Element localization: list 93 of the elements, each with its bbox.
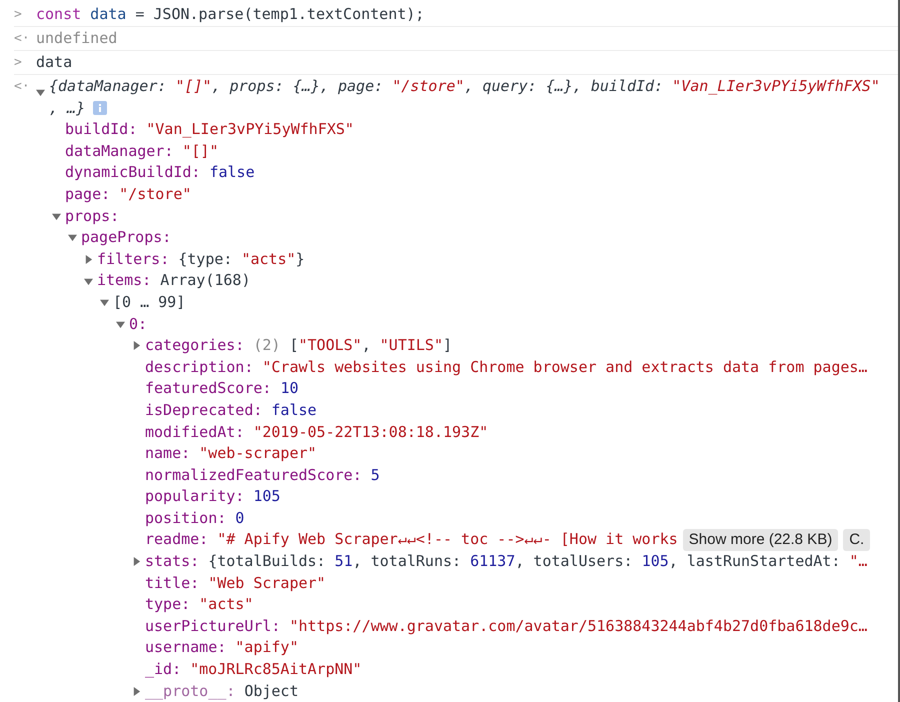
property-key: items: xyxy=(97,270,152,292)
property-key: stats: xyxy=(145,551,200,573)
prompt-marker: > xyxy=(14,54,23,72)
property-value: false xyxy=(209,162,255,184)
property-key: categories: xyxy=(145,335,244,357)
property-key: description: xyxy=(145,356,254,378)
property-key: dynamicBuildId: xyxy=(65,162,200,184)
property-value: "web-scraper" xyxy=(199,443,317,464)
command-text: const xyxy=(36,4,82,25)
property-value: (2) xyxy=(253,335,280,356)
result-text: undefined xyxy=(36,28,118,49)
property-value: , totalUsers: xyxy=(515,551,634,572)
object-preview: , query: {…}, buildId: xyxy=(464,76,664,97)
property-key: type: xyxy=(145,594,190,616)
property-value: 10 xyxy=(280,378,298,400)
property-value: Object xyxy=(244,680,298,702)
collapse-triangle-icon[interactable] xyxy=(84,255,93,264)
property-value: 105 xyxy=(253,486,280,508)
show-more-button[interactable]: Show more (22.8 KB) xyxy=(682,529,838,552)
property-value: ] xyxy=(443,335,452,356)
property-value: "acts" xyxy=(199,594,254,616)
expand-triangle-icon[interactable] xyxy=(100,298,109,308)
property-value: 5 xyxy=(370,464,380,486)
property-value: } xyxy=(296,248,305,270)
command-text: data xyxy=(89,4,126,25)
object-preview: {dataManager: xyxy=(49,76,168,97)
property-key: isDeprecated: xyxy=(145,400,262,422)
object-preview: , …} xyxy=(49,98,86,119)
property-key: __proto__: xyxy=(145,680,236,702)
prompt-marker: <· xyxy=(14,78,31,96)
property-value: [ xyxy=(288,335,298,356)
expand-triangle-icon[interactable] xyxy=(68,233,77,242)
object-preview: "Van_LIer3vPYi5yWfhFXS xyxy=(672,76,871,97)
expand-triangle-icon[interactable] xyxy=(116,320,125,329)
property-key: _id: xyxy=(145,659,182,681)
copy-button[interactable]: C. xyxy=(843,529,870,552)
property-key: 0: xyxy=(129,314,148,336)
property-key: position: xyxy=(145,508,226,530)
property-value: 51 xyxy=(334,551,353,572)
property-value: "UTILS" xyxy=(380,335,443,356)
object-preview: , props: {…}, page: xyxy=(212,76,384,97)
property-value: "moJRLRc85AitArpNN" xyxy=(190,659,362,680)
property-value: "[]" xyxy=(182,140,218,162)
property-value: "Web Scraper" xyxy=(208,572,326,594)
property-key: modifiedAt: xyxy=(145,422,244,444)
expand-triangle-icon[interactable] xyxy=(52,212,61,221)
property-key: [0 … 99] xyxy=(113,292,186,314)
property-key: featuredScore: xyxy=(145,378,272,400)
property-value: 0 xyxy=(235,508,244,529)
property-value: "apify" xyxy=(235,637,298,658)
property-key: userPictureUrl: xyxy=(145,616,280,638)
object-preview: "[]" xyxy=(175,76,212,97)
property-key: page: xyxy=(65,184,110,206)
collapse-triangle-icon[interactable] xyxy=(132,686,141,696)
prompt-marker: <· xyxy=(14,30,31,48)
property-value: false xyxy=(271,400,317,421)
property-value: 105 xyxy=(642,551,669,572)
expand-triangle-icon[interactable] xyxy=(36,88,45,97)
property-value: "acts" xyxy=(241,248,296,270)
property-value: "TOOLS" xyxy=(298,335,362,356)
object-preview: " xyxy=(870,76,880,97)
property-value: Array(168) xyxy=(160,270,250,292)
collapse-triangle-icon[interactable] xyxy=(132,341,141,350)
property-value: "2019-05-22T13:08:18.193Z" xyxy=(253,422,488,442)
property-key: normalizedFeaturedScore: xyxy=(145,464,362,486)
property-value: "/store" xyxy=(119,184,192,205)
property-key: props: xyxy=(65,206,120,228)
property-value: "… xyxy=(849,551,868,572)
property-value: , xyxy=(362,335,372,356)
property-value: , totalRuns: xyxy=(352,551,462,572)
property-key: popularity: xyxy=(145,486,244,508)
property-value: "Crawls websites using Chrome browser and extracts data from pages… xyxy=(262,356,868,378)
property-value: "# Apify Web Scraper↵↵<!-- toc -->↵↵- [How it works xyxy=(217,529,678,550)
expand-triangle-icon[interactable] xyxy=(84,276,93,286)
prompt-marker: > xyxy=(14,6,23,24)
property-key: username: xyxy=(145,637,226,660)
property-value: {totalBuilds: xyxy=(208,551,327,572)
property-value: "https://www.gravatar.com/avatar/51638843244abf4b27d0fba618de9c… xyxy=(289,616,868,637)
collapse-triangle-icon[interactable] xyxy=(132,557,141,566)
property-key: buildId: xyxy=(65,119,138,141)
property-value: 61137 xyxy=(470,551,516,572)
property-value: , lastRunStartedAt: xyxy=(668,551,842,572)
command-text: = JSON.parse(temp1.textContent); xyxy=(134,4,424,25)
property-key: filters: xyxy=(97,248,170,270)
property-value: "Van_LIer3vPYi5yWfhFXS" xyxy=(146,119,354,140)
property-key: pageProps: xyxy=(81,227,172,249)
command-text: data xyxy=(36,52,72,73)
property-key: dataManager: xyxy=(65,140,174,162)
property-key: readme: xyxy=(145,529,208,552)
object-preview: "/store" xyxy=(392,76,464,97)
property-key: name: xyxy=(145,443,190,465)
property-value: {type: xyxy=(178,248,234,270)
property-key: title: xyxy=(145,572,200,594)
